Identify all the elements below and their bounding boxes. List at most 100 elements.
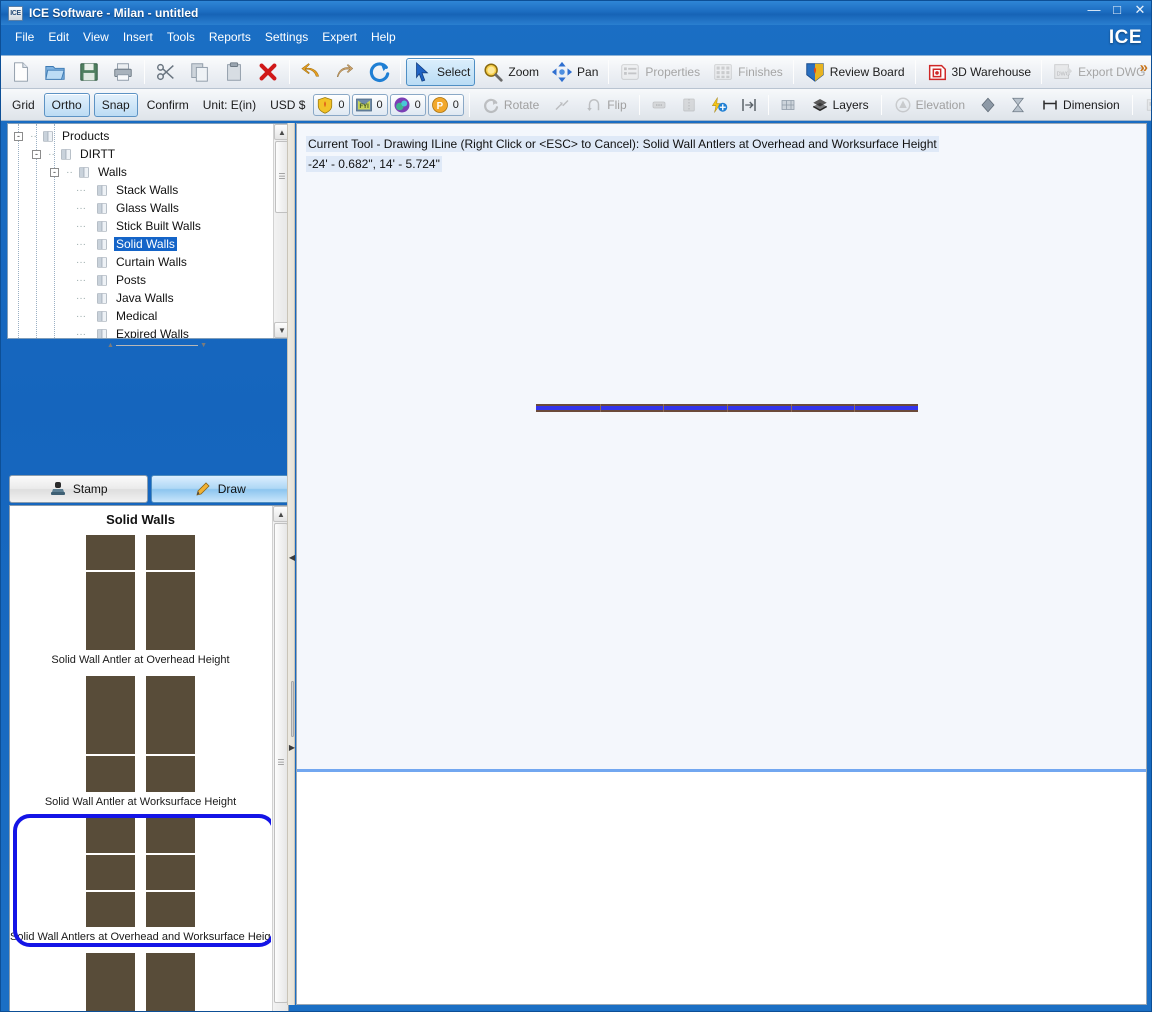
tree-hscroll-right-icon[interactable]: ▼ [200, 342, 207, 349]
catalog-item-label: Solid Wall Antlers at Overhead and Works… [10, 931, 271, 943]
refresh-icon [369, 62, 390, 82]
ortho-toggle[interactable]: Ortho [43, 92, 90, 117]
power-button[interactable] [706, 93, 732, 117]
pan-tool-button[interactable]: Pan [546, 58, 603, 86]
toolbar-separator [608, 60, 610, 84]
maximize-button[interactable]: □ [1110, 3, 1124, 17]
pending-badge[interactable]: P0 [427, 93, 464, 116]
new-file-icon [14, 62, 28, 82]
tree-node-expired-walls[interactable]: ··· Expired Walls [8, 325, 273, 338]
layers-button[interactable]: Layers [805, 93, 875, 117]
drawing-canvas[interactable]: Current Tool - Drawing ILine (Right Clic… [296, 123, 1147, 1005]
splitter-collapse-left-icon[interactable]: ◀ [288, 553, 296, 563]
catalog-item-label: Solid Wall Antler at Overhead Height [51, 654, 230, 666]
panel-splitter[interactable]: ◀ ▶ [287, 123, 295, 1005]
redo-button[interactable] [329, 58, 361, 86]
catalog-scroll-thumb[interactable]: ☰ [274, 523, 288, 1003]
open-file-button[interactable] [39, 58, 71, 86]
tree-collapse-icon[interactable]: - [32, 149, 41, 159]
elevation-button-label: Elevation [915, 97, 966, 112]
menu-edit[interactable]: Edit [41, 28, 76, 46]
tree-node-medical[interactable]: ··· Medical [8, 307, 273, 325]
tree-node-posts[interactable]: ··· Posts [8, 271, 273, 289]
delete-button[interactable] [252, 58, 284, 86]
paste-button[interactable] [218, 58, 250, 86]
tree-node-label: Glass Walls [116, 201, 179, 215]
menu-insert[interactable]: Insert [116, 28, 160, 46]
tree-node-glass-walls[interactable]: ··· Glass Walls [8, 199, 273, 217]
menu-file[interactable]: File [8, 28, 41, 46]
menu-help[interactable]: Help [364, 28, 403, 46]
tree-node-label: Stack Walls [116, 183, 179, 197]
snap-toggle[interactable]: Snap [93, 92, 138, 117]
toolbar-separator [400, 60, 401, 84]
tree-node-label: Walls [98, 165, 127, 179]
refresh-button[interactable] [363, 58, 395, 86]
zoom-tool-button[interactable]: Zoom [477, 58, 544, 86]
svg-text:P: P [436, 100, 443, 111]
canvas-upper-area[interactable]: Current Tool - Drawing ILine (Right Clic… [297, 124, 1146, 769]
wall-panel-block [146, 953, 195, 1011]
menu-expert[interactable]: Expert [315, 28, 364, 46]
tree-node-curtain-walls[interactable]: ··· Curtain Walls [8, 253, 273, 271]
splitter-collapse-right-icon[interactable]: ▶ [288, 743, 296, 753]
canvas-lower-area[interactable] [297, 772, 1146, 1004]
product-tree: - ·· Products - ·· DIRTT - ·· Walls ··· Stack Wall… [7, 123, 290, 339]
tree-node-stick-built-walls[interactable]: ··· Stick Built Walls [8, 217, 273, 235]
catalog-item[interactable]: Solid Wall Monolithic [10, 949, 271, 1011]
dimension-button[interactable]: Dimension [1035, 93, 1126, 117]
catalog-vertical-scrollbar[interactable]: ▲ ☰ ▼ [272, 506, 288, 1011]
diamond-icon [981, 97, 995, 112]
splitter-grip[interactable] [291, 681, 294, 737]
copy-button[interactable] [184, 58, 216, 86]
tree-node-dirtt[interactable]: - ·· DIRTT [8, 145, 273, 163]
tree-hscroll-left-icon[interactable]: ▲ [107, 342, 114, 349]
flip-loop-icon [587, 98, 600, 111]
cut-button[interactable] [150, 58, 182, 86]
tab-draw[interactable]: Draw [150, 475, 289, 503]
alerts-badge[interactable]: 0 [313, 93, 350, 116]
tab-stamp[interactable]: Stamp [9, 475, 148, 503]
tree-node-stack-walls[interactable]: ··· Stack Walls [8, 181, 273, 199]
tree-horizontal-scrollbar[interactable]: ▲ ▼ [107, 341, 207, 350]
menu-view[interactable]: View [76, 28, 116, 46]
info-badge[interactable]: 0 [389, 93, 426, 116]
menu-settings[interactable]: Settings [258, 28, 315, 46]
close-button[interactable]: ✕ [1133, 3, 1147, 17]
undo-button[interactable] [295, 58, 327, 86]
tab-stamp-label: Stamp [72, 482, 108, 496]
drawn-wall-line[interactable] [536, 404, 918, 412]
3d-warehouse-button[interactable]: 3D Warehouse [921, 58, 1037, 86]
folder-icon [97, 311, 107, 322]
align-button[interactable] [736, 93, 762, 117]
menu-tools[interactable]: Tools [160, 28, 202, 46]
tree-node-java-walls[interactable]: ··· Java Walls [8, 289, 273, 307]
new-file-button[interactable] [5, 58, 37, 86]
tree-node-solid-walls[interactable]: ··· Solid Walls [8, 235, 273, 253]
catalog-title: Solid Walls [106, 512, 175, 527]
diamond-button[interactable] [975, 93, 1001, 117]
main-toolbar: Select Zoom Pan Properties Finishes Review Bo… [1, 55, 1151, 89]
print-button[interactable] [107, 58, 139, 86]
save-button[interactable] [73, 58, 105, 86]
tree-node-products[interactable]: - ·· Products [8, 127, 273, 145]
walls-button[interactable] [775, 93, 801, 117]
paste-icon [227, 62, 241, 81]
minimize-button[interactable]: — [1087, 3, 1101, 17]
toolbar-overflow-chevron-icon[interactable]: » [1140, 59, 1148, 76]
catalog-item[interactable]: Solid Wall Antler at Overhead Height [10, 531, 271, 672]
hourglass-button[interactable] [1005, 93, 1031, 117]
redo-arrow-icon [336, 64, 354, 78]
tree-hscroll-track[interactable] [115, 345, 199, 346]
catalog-item[interactable]: Solid Wall Antlers at Overhead and Works… [10, 814, 271, 949]
warnings-badge[interactable]: FYI 0 [351, 93, 388, 116]
thumbnail-column [86, 535, 135, 650]
tree-collapse-icon[interactable]: - [14, 131, 23, 141]
catalog-item[interactable]: Solid Wall Antler at Worksurface Height [10, 672, 271, 814]
select-tool-button[interactable]: Select [406, 58, 476, 86]
menu-reports[interactable]: Reports [202, 28, 258, 46]
tree-collapse-icon[interactable]: - [50, 167, 59, 177]
alerts-badge-count: 0 [338, 98, 345, 111]
tree-node-walls[interactable]: - ·· Walls [8, 163, 273, 181]
review-board-button[interactable]: Review Board [799, 58, 910, 86]
